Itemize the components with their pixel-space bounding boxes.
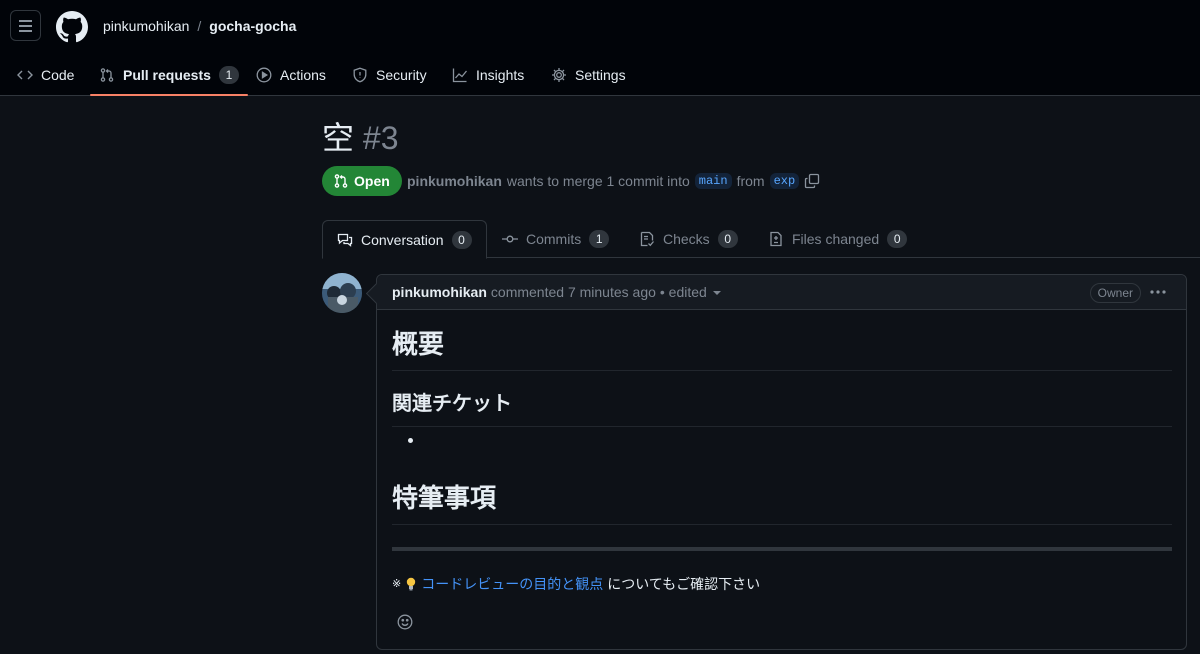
file-diff-icon	[770, 231, 782, 247]
pr-state-badge: Open	[322, 166, 402, 196]
chevron-down-icon	[712, 291, 721, 296]
edited-label: • edited	[659, 284, 707, 300]
copy-icon[interactable]	[804, 173, 820, 189]
note-paragraph: ※ コードレビューの目的と観点 についてもご確認下さい	[392, 574, 760, 594]
top-bar: pinkumohikan / gocha-gocha	[0, 0, 1200, 54]
git-pull-request-icon	[334, 174, 348, 188]
nav-tab-code[interactable]: Code	[17, 54, 74, 96]
pr-tab-checks[interactable]: Checks 0	[625, 220, 752, 258]
note-mark: ※	[392, 578, 402, 590]
pr-tab-label: Commits	[526, 231, 582, 247]
code-icon	[17, 70, 33, 80]
lightbulb-icon	[407, 577, 416, 591]
avatar[interactable]	[322, 273, 362, 313]
pr-tab-label: Files changed	[792, 231, 880, 247]
pr-tab-files-changed[interactable]: Files changed 0	[754, 220, 921, 258]
head-branch[interactable]: exp	[769, 173, 800, 189]
pr-state-label: Open	[354, 173, 390, 189]
git-commit-icon	[502, 235, 518, 243]
owner-badge: Owner	[1089, 283, 1141, 303]
pr-title-text: 空	[322, 120, 355, 156]
horizontal-rule	[392, 547, 1172, 551]
add-reaction-button[interactable]	[393, 610, 417, 634]
pr-title: 空 #3	[322, 118, 399, 158]
pull-requests-counter: 1	[218, 66, 239, 84]
conversation-counter: 0	[451, 230, 472, 249]
pr-author-link[interactable]: pinkumohikan	[407, 173, 502, 189]
empty-list-bullet	[408, 438, 413, 443]
nav-tab-actions[interactable]: Actions	[256, 54, 326, 96]
pr-number: #3	[362, 120, 399, 156]
comment-box: pinkumohikan commented 7 minutes ago • e…	[376, 274, 1187, 650]
breadcrumb-owner-link[interactable]: pinkumohikan	[103, 18, 189, 34]
from-text: from	[736, 173, 765, 189]
nav-tab-label: Security	[376, 67, 427, 83]
commits-counter: 1	[589, 230, 610, 248]
comment-author-link[interactable]: pinkumohikan	[392, 284, 487, 300]
nav-tab-label: Pull requests	[123, 67, 211, 83]
merge-text: wants to merge 1 commit into	[506, 173, 690, 189]
nav-tab-label: Insights	[476, 67, 525, 83]
breadcrumb-repo-link[interactable]: gocha-gocha	[209, 18, 296, 34]
base-branch[interactable]: main	[694, 173, 732, 189]
hamburger-menu-button[interactable]	[10, 10, 41, 41]
nav-tab-label: Actions	[280, 67, 326, 83]
pr-tab-label: Conversation	[361, 231, 444, 248]
comment-edited-dropdown[interactable]: • edited	[660, 284, 721, 300]
hamburger-icon	[19, 19, 32, 32]
breadcrumb: pinkumohikan / gocha-gocha	[103, 18, 296, 34]
nav-tab-label: Settings	[575, 67, 626, 83]
comment-discussion-icon	[337, 233, 353, 247]
git-pull-request-icon	[100, 68, 114, 82]
pr-merge-summary: pinkumohikan wants to merge 1 commit int…	[407, 171, 820, 191]
nav-tab-pull-requests[interactable]: Pull requests 1	[90, 54, 248, 96]
avatar-image	[322, 273, 362, 313]
kebab-horizontal-icon[interactable]	[1148, 284, 1168, 300]
nav-tab-settings[interactable]: Settings	[551, 54, 626, 96]
nav-tab-insights[interactable]: Insights	[452, 54, 524, 96]
note-rest-text: についてもご確認下さい	[607, 576, 761, 592]
checklist-icon	[640, 231, 654, 247]
files-changed-counter: 0	[887, 230, 908, 248]
heading-summary: 概要	[392, 326, 1172, 371]
gear-icon	[552, 68, 566, 82]
play-icon	[256, 67, 272, 83]
repo-nav: Code Pull requests 1 Actions Security In…	[0, 54, 1200, 96]
pr-tabs: Conversation 0 Commits 1 Checks 0 Files …	[322, 220, 1200, 259]
checks-counter: 0	[717, 230, 738, 248]
pr-tab-conversation[interactable]: Conversation 0	[322, 220, 487, 259]
app-header: pinkumohikan / gocha-gocha Code Pull req…	[0, 0, 1200, 96]
code-review-guide-link[interactable]: コードレビューの目的と観点	[421, 574, 603, 594]
pr-tab-commits[interactable]: Commits 1	[488, 220, 623, 258]
comment-header: pinkumohikan commented 7 minutes ago • e…	[377, 275, 1186, 310]
github-logo-icon[interactable]	[56, 11, 88, 43]
nav-tab-label: Code	[41, 67, 75, 83]
heading-notes: 特筆事項	[392, 480, 1172, 525]
smiley-icon	[397, 614, 413, 630]
breadcrumb-separator: /	[197, 18, 202, 34]
shield-icon	[353, 67, 367, 83]
comment-timestamp[interactable]: commented 7 minutes ago	[491, 284, 656, 300]
nav-tab-security[interactable]: Security	[352, 54, 427, 96]
heading-related-tickets: 関連チケット	[392, 390, 1172, 427]
graph-icon	[452, 68, 468, 83]
pr-tab-label: Checks	[663, 231, 710, 247]
